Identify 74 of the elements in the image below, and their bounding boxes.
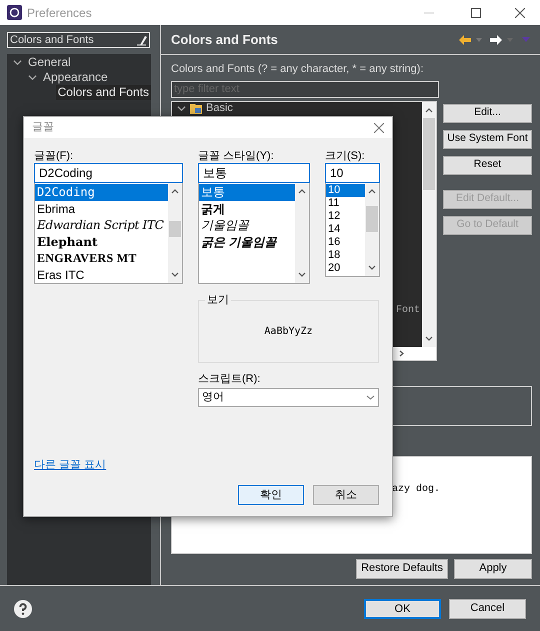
side-button[interactable]: Edit...: [443, 104, 532, 122]
font-list-item[interactable]: ENGRAVERS MT: [35, 250, 168, 266]
folder-icon: [190, 102, 202, 114]
filter-label: Colors and Fonts (? = any character, * = any string):: [171, 62, 425, 77]
page-title: Colors and Fonts: [171, 30, 278, 49]
scrollbar[interactable]: [168, 183, 182, 283]
tree-item[interactable]: General: [26, 55, 73, 70]
size-list-item[interactable]: 10: [326, 184, 365, 197]
scroll-thumb[interactable]: [169, 221, 181, 237]
tree-item[interactable]: Colors and Fonts: [56, 85, 151, 100]
text-field[interactable]: 10: [325, 163, 380, 183]
font-list-item[interactable]: D2Coding: [35, 184, 168, 200]
scroll-thumb[interactable]: [423, 118, 435, 190]
size-list-item[interactable]: 16: [326, 236, 365, 249]
back-arrow-icon[interactable]: [459, 34, 471, 44]
dialog-button[interactable]: 취소: [313, 485, 379, 505]
more-fonts-link[interactable]: 다른 글꼴 표시: [34, 456, 106, 473]
style-list-item[interactable]: 굵은 기울임꼴: [199, 234, 295, 250]
text-field[interactable]: 보통: [198, 163, 310, 183]
scrollbar[interactable]: [365, 183, 379, 276]
forward-arrow-icon[interactable]: [490, 34, 502, 44]
scrollbar[interactable]: [422, 102, 436, 346]
help-icon[interactable]: [14, 600, 32, 618]
tree-item[interactable]: Basic: [206, 100, 233, 116]
scroll-up-icon[interactable]: [171, 189, 179, 194]
close-icon[interactable]: [374, 122, 384, 132]
style-list-item[interactable]: 기울임꼴: [199, 217, 295, 234]
eraser-icon[interactable]: [136, 34, 147, 46]
scroll-down-icon[interactable]: [298, 272, 306, 277]
font-list-item[interactable]: Eras ITC: [35, 266, 168, 283]
size-list-item[interactable]: 20: [326, 262, 365, 275]
size-list-item[interactable]: 18: [326, 249, 365, 262]
size-list-item[interactable]: 11: [326, 197, 365, 210]
field-label: 글꼴 스타일(Y):: [198, 149, 275, 163]
size-list-item[interactable]: 14: [326, 223, 365, 236]
side-button[interactable]: Reset: [443, 156, 532, 174]
maximize-icon[interactable]: [471, 8, 481, 18]
style-list-item[interactable]: 보통: [199, 184, 295, 200]
scroll-down-icon[interactable]: [368, 265, 376, 270]
script-dropdown[interactable]: 영어: [198, 388, 379, 406]
text-field[interactable]: D2Coding: [34, 163, 183, 183]
font-sample: AaBbYyZz: [264, 325, 313, 339]
page-button[interactable]: Restore Defaults: [356, 558, 448, 578]
scroll-up-icon[interactable]: [298, 189, 306, 194]
scroll-down-icon[interactable]: [425, 336, 433, 340]
scroll-thumb[interactable]: [366, 206, 378, 232]
footer-button[interactable]: Cancel: [449, 598, 526, 618]
chevron-down-icon[interactable]: [177, 104, 186, 112]
style-list-item[interactable]: 굵게: [199, 200, 295, 217]
scroll-up-icon[interactable]: [425, 108, 433, 112]
app-icon: [7, 5, 22, 20]
footer-button[interactable]: OK: [364, 598, 441, 618]
chevron-down-icon[interactable]: [28, 73, 37, 82]
font-list-item[interactable]: Ebrima: [35, 200, 168, 217]
field-label: 스크립트(R):: [198, 372, 262, 387]
scroll-down-icon[interactable]: [171, 272, 179, 277]
font-list-item[interactable]: Elephant: [35, 234, 168, 250]
scroll-up-icon[interactable]: [368, 189, 376, 194]
filter-field[interactable]: Colors and Fonts: [7, 32, 150, 48]
tree-item[interactable]: Appearance: [41, 70, 110, 85]
field-label: 글꼴(F):: [34, 149, 74, 163]
font-list-item[interactable]: Edwardian Script ITC: [35, 217, 168, 234]
field-label: 크기(S):: [325, 149, 366, 163]
size-list-item[interactable]: 12: [326, 210, 365, 223]
chevron-down-icon[interactable]: [13, 58, 22, 67]
tree-item: Font: [396, 304, 420, 318]
scrollbar[interactable]: [295, 183, 309, 283]
close-icon[interactable]: [515, 8, 525, 18]
dialog-button[interactable]: 확인: [238, 485, 304, 505]
scroll-right-icon[interactable]: [399, 350, 404, 356]
side-button[interactable]: Use System Font: [443, 130, 532, 148]
page-button[interactable]: Apply: [454, 558, 532, 578]
dialog-title: 글꼴: [32, 120, 54, 136]
window-title: Preferences: [27, 4, 92, 22]
